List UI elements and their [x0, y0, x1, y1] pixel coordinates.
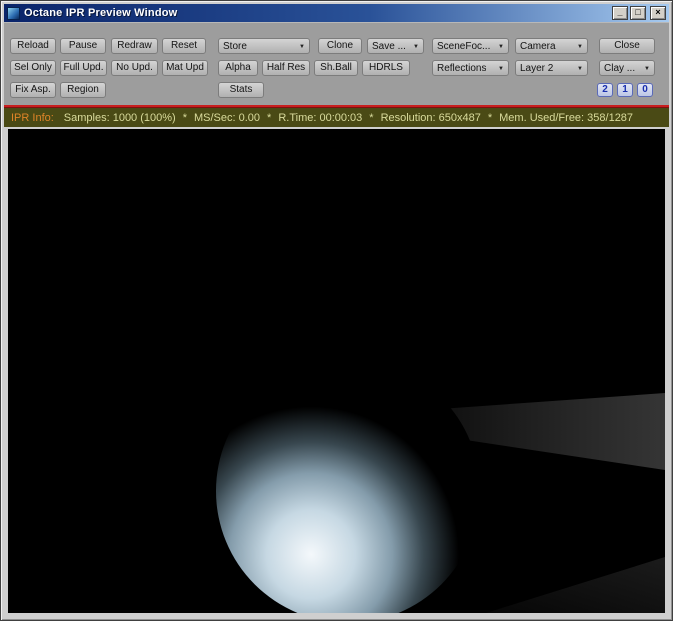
chevron-down-icon: ▼: [577, 44, 583, 50]
toolbar: Reload Pause Redraw Reset Store ▼ Clone …: [4, 22, 669, 105]
region-button[interactable]: Region: [60, 82, 106, 98]
maximize-button[interactable]: □: [630, 6, 646, 20]
samples-stat: Samples: 1000 (100%): [63, 111, 176, 124]
store-dropdown-label: Store: [223, 40, 247, 52]
alpha-button[interactable]: Alpha: [218, 60, 258, 76]
chevron-down-icon: ▼: [413, 44, 419, 50]
window-title: Octane IPR Preview Window: [24, 7, 178, 19]
app-icon[interactable]: [7, 6, 20, 20]
chevron-down-icon: ▼: [577, 66, 583, 72]
fix-aspect-button[interactable]: Fix Asp.: [10, 82, 56, 98]
sel-only-button[interactable]: Sel Only: [10, 60, 56, 76]
ipr-info-bar: IPR Info: Samples: 1000 (100%) * MS/Sec:…: [4, 108, 669, 127]
scene-focus-dropdown[interactable]: SceneFoc... ▼: [432, 38, 509, 54]
save-dropdown[interactable]: Save ... ▼: [367, 38, 424, 54]
chevron-down-icon: ▼: [299, 44, 305, 50]
hdrls-button[interactable]: HDRLS: [362, 60, 410, 76]
ipr-info-label: IPR Info:: [11, 111, 54, 124]
chevron-down-icon: ▼: [498, 66, 504, 72]
chevron-down-icon: ▼: [644, 66, 650, 72]
render-viewport[interactable]: [8, 129, 665, 613]
minimize-button[interactable]: _: [612, 6, 628, 20]
memory-stat: Mem. Used/Free: 358/1287: [499, 111, 634, 124]
stats-button[interactable]: Stats: [218, 82, 264, 98]
redraw-button[interactable]: Redraw: [111, 38, 158, 54]
reflections-dropdown[interactable]: Reflections ▼: [432, 60, 509, 76]
toggle-1-button[interactable]: 1: [617, 83, 633, 97]
chevron-down-icon: ▼: [498, 44, 504, 50]
pause-button[interactable]: Pause: [60, 38, 106, 54]
render-area-frame: [4, 127, 669, 617]
sphere: [216, 359, 480, 613]
half-res-button[interactable]: Half Res: [262, 60, 310, 76]
titlebar[interactable]: Octane IPR Preview Window _ □ ×: [4, 4, 669, 22]
reload-button[interactable]: Reload: [10, 38, 56, 54]
window-controls: _ □ ×: [612, 6, 666, 20]
stat-separator: *: [487, 111, 493, 124]
reset-button[interactable]: Reset: [162, 38, 206, 54]
ms-per-sec-stat: MS/Sec: 0.00: [193, 111, 261, 124]
close-button[interactable]: Close: [599, 38, 655, 54]
stat-separator: *: [267, 111, 272, 124]
reflections-dropdown-label: Reflections: [437, 62, 487, 74]
octane-ipr-window: Octane IPR Preview Window _ □ × Reload P…: [0, 0, 673, 621]
clone-button[interactable]: Clone: [318, 38, 362, 54]
stat-separator: *: [182, 111, 187, 124]
save-dropdown-label: Save ...: [372, 40, 406, 52]
shader-ball-button[interactable]: Sh.Ball: [314, 60, 358, 76]
close-window-button[interactable]: ×: [650, 6, 666, 20]
toggle-2-button[interactable]: 2: [597, 83, 613, 97]
layer-dropdown-label: Layer 2: [520, 62, 554, 74]
full-update-button[interactable]: Full Upd.: [60, 60, 107, 76]
render-time-stat: R.Time: 00:00:03: [278, 111, 363, 124]
clay-dropdown[interactable]: Clay ... ▼: [599, 60, 655, 76]
store-dropdown[interactable]: Store ▼: [218, 38, 310, 54]
scene-focus-dropdown-label: SceneFoc...: [437, 40, 491, 52]
mat-update-button[interactable]: Mat Upd: [162, 60, 208, 76]
clay-dropdown-label: Clay ...: [604, 62, 636, 74]
camera-dropdown[interactable]: Camera ▼: [515, 38, 588, 54]
toggle-0-button[interactable]: 0: [637, 83, 653, 97]
no-update-button[interactable]: No Upd.: [111, 60, 158, 76]
resolution-stat: Resolution: 650x487: [380, 111, 481, 124]
stat-separator: *: [369, 111, 374, 124]
camera-dropdown-label: Camera: [520, 40, 556, 52]
layer-dropdown[interactable]: Layer 2 ▼: [515, 60, 588, 76]
